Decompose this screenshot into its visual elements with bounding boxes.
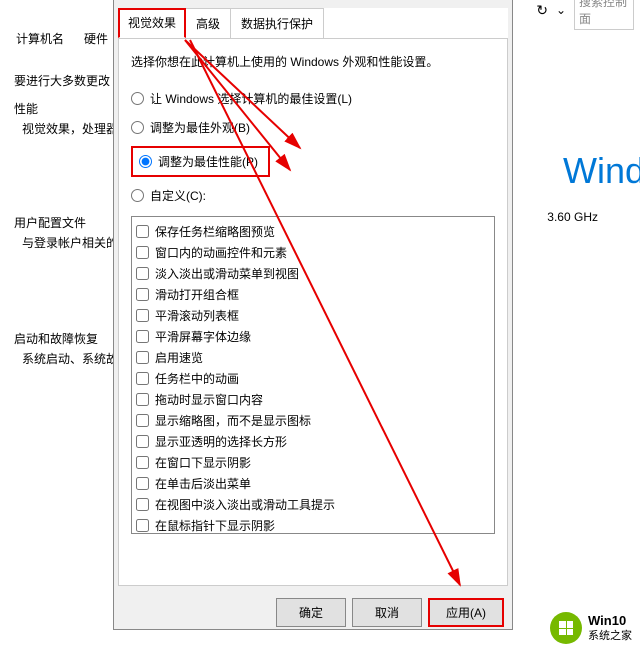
dialog-title-bar: [114, 0, 512, 4]
check-item[interactable]: 任务栏中的动画: [136, 368, 490, 389]
cancel-button[interactable]: 取消: [352, 598, 422, 627]
checkbox-label: 平滑滚动列表框: [155, 307, 239, 324]
radio-let-windows[interactable]: 让 Windows 选择计算机的最佳设置(L): [131, 88, 495, 109]
windows-logo-text: Wind: [563, 150, 640, 192]
checkbox-input[interactable]: [136, 267, 149, 280]
check-item[interactable]: 在窗口下显示阴影: [136, 452, 490, 473]
checkbox-input[interactable]: [136, 225, 149, 238]
description-text: 选择你想在此计算机上使用的 Windows 外观和性能设置。: [131, 53, 495, 70]
tab-dep[interactable]: 数据执行保护: [230, 8, 324, 38]
tab-content: 选择你想在此计算机上使用的 Windows 外观和性能设置。 让 Windows…: [118, 38, 508, 586]
checkbox-input[interactable]: [136, 351, 149, 364]
radio-input-0[interactable]: [131, 92, 144, 105]
checkbox-input[interactable]: [136, 393, 149, 406]
bg-heading: 要进行大多数更改: [14, 72, 110, 89]
check-item[interactable]: 窗口内的动画控件和元素: [136, 242, 490, 263]
checkbox-input[interactable]: [136, 477, 149, 490]
bg-perf-desc: 视觉效果，处理器: [22, 120, 118, 137]
radio-best-performance[interactable]: 调整为最佳性能(P): [139, 151, 258, 172]
search-input[interactable]: 搜索控制面: [574, 0, 634, 30]
bg-tab-hardware[interactable]: 硬件: [76, 26, 116, 51]
checkbox-input[interactable]: [136, 519, 149, 532]
effects-checklist[interactable]: 保存任务栏缩略图预览窗口内的动画控件和元素淡入淡出或滑动菜单到视图滑动打开组合框…: [131, 216, 495, 534]
check-item[interactable]: 滑动打开组合框: [136, 284, 490, 305]
radio-label-3: 自定义(C):: [150, 187, 206, 204]
checkbox-label: 启用速览: [155, 349, 203, 366]
checkbox-label: 在窗口下显示阴影: [155, 454, 251, 471]
checkbox-label: 窗口内的动画控件和元素: [155, 244, 287, 261]
check-item[interactable]: 显示缩略图，而不是显示图标: [136, 410, 490, 431]
check-item[interactable]: 拖动时显示窗口内容: [136, 389, 490, 410]
checkbox-label: 保存任务栏缩略图预览: [155, 223, 275, 240]
bg-start-label: 启动和故障恢复: [14, 330, 98, 347]
watermark-logo: [550, 612, 582, 644]
checkbox-input[interactable]: [136, 246, 149, 259]
checkbox-label: 显示缩略图，而不是显示图标: [155, 412, 311, 429]
radio-label-2: 调整为最佳性能(P): [158, 153, 258, 170]
bg-tab-computer[interactable]: 计算机名: [8, 26, 72, 51]
checkbox-label: 在单击后淡出菜单: [155, 475, 251, 492]
performance-options-dialog: 视觉效果 高级 数据执行保护 选择你想在此计算机上使用的 Windows 外观和…: [113, 0, 513, 630]
checkbox-label: 平滑屏幕字体边缘: [155, 328, 251, 345]
dialog-tabs: 视觉效果 高级 数据执行保护: [118, 8, 508, 38]
checkbox-label: 滑动打开组合框: [155, 286, 239, 303]
check-item[interactable]: 淡入淡出或滑动菜单到视图: [136, 263, 490, 284]
check-item[interactable]: 在鼠标指针下显示阴影: [136, 515, 490, 534]
watermark: Win10 系统之家: [550, 612, 632, 644]
radio-custom[interactable]: 自定义(C):: [131, 185, 495, 206]
checkbox-label: 任务栏中的动画: [155, 370, 239, 387]
checkbox-input[interactable]: [136, 330, 149, 343]
check-item[interactable]: 在视图中淡入淡出或滑动工具提示: [136, 494, 490, 515]
radio-input-3[interactable]: [131, 189, 144, 202]
tab-advanced[interactable]: 高级: [185, 8, 231, 38]
ghz-label: 3.60 GHz: [547, 210, 598, 224]
checkbox-input[interactable]: [136, 414, 149, 427]
checkbox-label: 淡入淡出或滑动菜单到视图: [155, 265, 299, 282]
radio-label-0: 让 Windows 选择计算机的最佳设置(L): [150, 90, 352, 107]
checkbox-input[interactable]: [136, 435, 149, 448]
ok-button[interactable]: 确定: [276, 598, 346, 627]
dropdown-icon[interactable]: ⌄: [556, 3, 566, 17]
check-item[interactable]: 启用速览: [136, 347, 490, 368]
checkbox-label: 在视图中淡入淡出或滑动工具提示: [155, 496, 335, 513]
radio-group: 让 Windows 选择计算机的最佳设置(L) 调整为最佳外观(B) 调整为最佳…: [131, 88, 495, 206]
radio-input-2[interactable]: [139, 155, 152, 168]
radio-input-1[interactable]: [131, 121, 144, 134]
bg-user-label: 用户配置文件: [14, 214, 86, 231]
watermark-text: Win10 系统之家: [588, 613, 632, 642]
bg-start-desc: 系统启动、系统故: [22, 350, 118, 367]
check-item[interactable]: 显示亚透明的选择长方形: [136, 431, 490, 452]
checkbox-input[interactable]: [136, 288, 149, 301]
refresh-icon[interactable]: ↻: [536, 2, 548, 19]
bg-perf-label: 性能: [14, 100, 38, 117]
checkbox-label: 显示亚透明的选择长方形: [155, 433, 287, 450]
checkbox-label: 拖动时显示窗口内容: [155, 391, 263, 408]
radio-label-1: 调整为最佳外观(B): [150, 119, 250, 136]
checkbox-input[interactable]: [136, 372, 149, 385]
check-item[interactable]: 平滑滚动列表框: [136, 305, 490, 326]
check-item[interactable]: 在单击后淡出菜单: [136, 473, 490, 494]
checkbox-label: 在鼠标指针下显示阴影: [155, 517, 275, 534]
checkbox-input[interactable]: [136, 456, 149, 469]
check-item[interactable]: 保存任务栏缩略图预览: [136, 221, 490, 242]
checkbox-input[interactable]: [136, 309, 149, 322]
dialog-buttons: 确定 取消 应用(A): [114, 590, 512, 635]
checkbox-input[interactable]: [136, 498, 149, 511]
check-item[interactable]: 平滑屏幕字体边缘: [136, 326, 490, 347]
tab-visual-effects[interactable]: 视觉效果: [118, 8, 186, 38]
radio-best-appearance[interactable]: 调整为最佳外观(B): [131, 117, 495, 138]
apply-button[interactable]: 应用(A): [428, 598, 504, 627]
bg-user-desc: 与登录帐户相关的: [22, 234, 118, 251]
